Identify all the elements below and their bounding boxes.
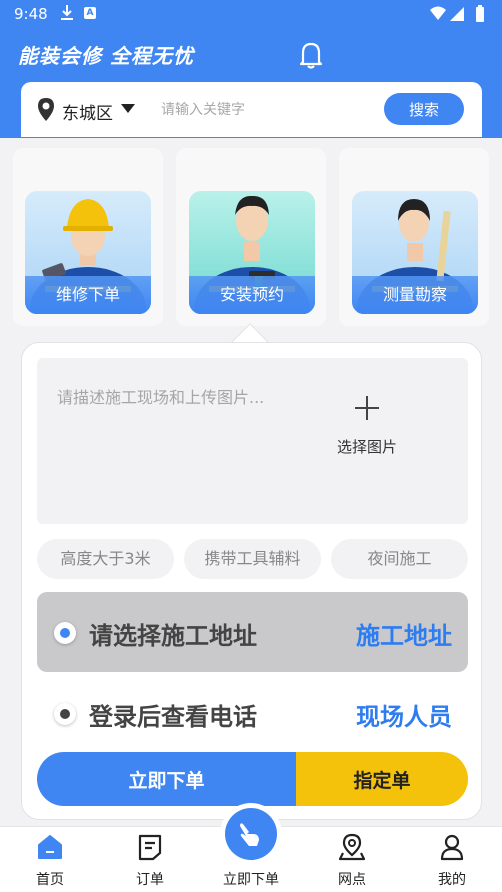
status-bar: 9:48 A (0, 0, 502, 28)
order-now-button[interactable]: 立即下单 (37, 752, 296, 806)
address-link[interactable]: 施工地址 (356, 616, 452, 651)
order-now-fab[interactable] (225, 808, 277, 860)
service-label: 测量勘察 (352, 276, 478, 314)
service-install-booking[interactable]: 安装预约 (189, 191, 315, 314)
service-label: 安装预约 (189, 276, 315, 314)
nav-profile[interactable]: 我的 (412, 827, 492, 892)
upload-image-button[interactable]: 选择图片 (327, 396, 407, 466)
address-row[interactable]: 请选择施工地址 施工地址 (37, 592, 468, 672)
contact-row[interactable]: 登录后查看电话 现场人员 (37, 673, 468, 753)
district-selector[interactable]: 东城区 (62, 99, 113, 124)
service-cards: 维修下单 安装预约 测量勘察 (0, 138, 502, 338)
chevron-down-icon[interactable] (121, 104, 135, 113)
download-icon (61, 5, 73, 20)
signal-battery-icons (430, 5, 484, 22)
service-label: 维修下单 (25, 276, 151, 314)
onsite-staff-link[interactable]: 现场人员 (356, 697, 452, 732)
nav-label: 我的 (438, 872, 466, 888)
nav-label: 首页 (36, 872, 64, 888)
address-prompt: 请选择施工地址 (89, 622, 257, 650)
status-time: 9:48 (14, 5, 48, 23)
assign-order-button[interactable]: 指定单 (296, 752, 468, 806)
app-slogan: 能装会修 全程无忧 (18, 44, 194, 68)
order-icon (138, 834, 162, 861)
home-icon (38, 835, 62, 859)
description-box[interactable]: 请描述施工现场和上传图片... 选择图片 (37, 358, 468, 524)
tag-bring-tools[interactable]: 携带工具辅料 (184, 539, 321, 579)
bell-icon[interactable] (298, 40, 324, 70)
tap-hand-icon (240, 823, 259, 846)
radio-icon[interactable] (54, 703, 76, 725)
order-form-panel: 请描述施工现场和上传图片... 选择图片 高度大于3米 携带工具辅料 夜间施工 … (21, 342, 482, 820)
tag-height-over-3m[interactable]: 高度大于3米 (37, 539, 174, 579)
phone-prompt: 登录后查看电话 (89, 703, 257, 731)
description-placeholder[interactable]: 请描述施工现场和上传图片... (57, 384, 264, 408)
upload-label: 选择图片 (336, 438, 397, 456)
location-pin-icon (38, 98, 54, 121)
app-header: 9:48 A 能装会修 全程无忧 东城区 搜索 (0, 0, 502, 138)
radio-icon[interactable] (54, 622, 76, 644)
nav-outlets[interactable]: 网点 (312, 827, 392, 892)
nav-orders[interactable]: 订单 (110, 827, 190, 892)
service-survey[interactable]: 测量勘察 (352, 191, 478, 314)
map-pin-icon (339, 833, 365, 861)
app-notification-icon: A (84, 7, 96, 19)
service-repair-order[interactable]: 维修下单 (25, 191, 151, 314)
nav-home[interactable]: 首页 (10, 827, 90, 892)
nav-label: 订单 (136, 872, 164, 888)
search-bar: 东城区 搜索 (21, 82, 482, 137)
profile-icon (440, 834, 464, 861)
search-input[interactable] (161, 98, 371, 122)
nav-label: 立即下单 (223, 872, 279, 888)
nav-label: 网点 (338, 872, 366, 888)
plus-icon (355, 396, 379, 420)
search-button[interactable]: 搜索 (384, 93, 464, 125)
tag-night-work[interactable]: 夜间施工 (331, 539, 468, 579)
